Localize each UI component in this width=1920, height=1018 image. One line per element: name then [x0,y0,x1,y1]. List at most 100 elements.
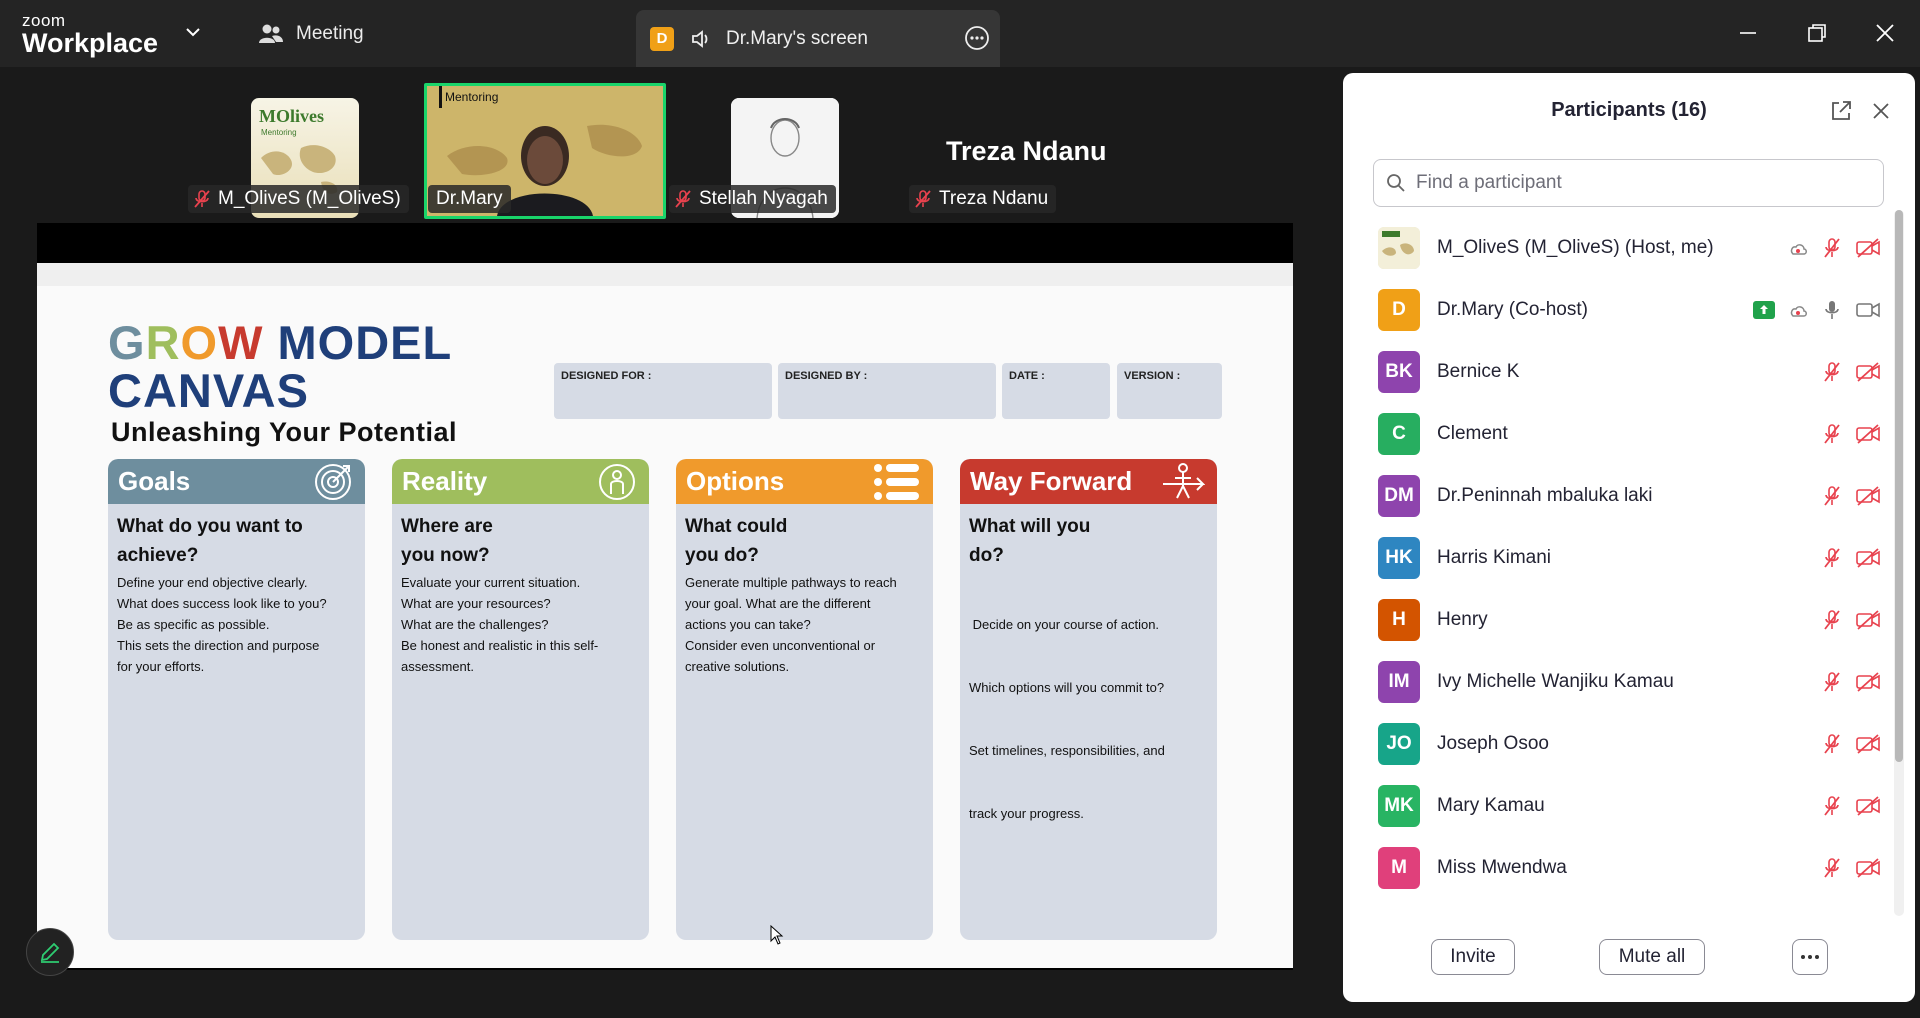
video-tile-treza-name[interactable]: Treza Ndanu [946,136,1107,167]
participant-status-icons [1821,361,1881,383]
desc-line: for your efforts. [117,659,205,674]
target-icon [315,463,351,500]
desc-line: actions you can take? [685,617,811,632]
column-way-forward: Way Forward What will you do? Decide on … [960,459,1217,940]
desc-line: Set timelines, responsibilities, and [969,743,1165,758]
mute-all-button[interactable]: Mute all [1599,939,1705,975]
mic-muted-icon[interactable] [1821,237,1843,259]
video-off-icon[interactable] [1855,237,1881,259]
avatar: IM [1378,661,1420,703]
slide-top-strip [37,263,1293,286]
mic-muted-icon[interactable] [1821,671,1843,693]
mic-muted-icon[interactable] [1821,547,1843,569]
participant-row[interactable]: D Dr.Mary (Co-host) [1343,279,1895,341]
popout-icon[interactable] [1829,99,1853,123]
top-bar: zoom Workplace Meeting D Dr.Mary's scree… [0,0,1920,67]
participant-status-icons [1821,547,1881,569]
participant-row[interactable]: BK Bernice K [1343,341,1895,403]
close-icon[interactable] [1872,20,1898,46]
participant-search[interactable] [1373,159,1884,207]
participant-row[interactable]: H Henry [1343,589,1895,651]
invite-button[interactable]: Invite [1431,939,1515,975]
shared-screen-label: Dr.Mary's screen [726,27,868,49]
video-off-icon[interactable] [1855,609,1881,631]
participant-name: Dr.Peninnah mbaluka laki [1437,485,1653,506]
name-tag-treza: Treza Ndanu [909,185,1057,213]
title-letter-o: O [180,316,219,369]
participant-name: Dr.Mary (Co-host) [1437,299,1588,320]
column-question: What do you want to achieve? [117,516,303,566]
desc-line: your goal. What are the different [685,596,871,611]
video-off-icon[interactable] [1855,485,1881,507]
avatar: D [1378,289,1420,331]
participant-row[interactable]: MK Mary Kamau [1343,775,1895,837]
avatar-image [1378,227,1420,269]
mic-muted-icon[interactable] [1821,423,1843,445]
participant-row[interactable]: C Clement [1343,403,1895,465]
participant-name: Miss Mwendwa [1437,857,1567,878]
column-header-label: Goals [118,466,191,496]
chevron-down-icon[interactable] [183,22,203,42]
video-off-icon[interactable] [1855,547,1881,569]
column-description: Define your end objective clearly. What … [108,570,365,677]
speaker-icon[interactable] [690,28,712,50]
molives-logo-sub: Mentoring [261,128,297,137]
desc-line: Be honest and realistic in this self- [401,638,599,653]
mic-muted-icon[interactable] [1821,795,1843,817]
shared-screen[interactable]: GROW MODEL CANVAS Unleashing Your Potent… [37,223,1293,970]
participant-row[interactable]: HK Harris Kimani [1343,527,1895,589]
video-off-icon[interactable] [1855,361,1881,383]
meta-version: VERSION : [1117,363,1222,419]
mic-muted-icon[interactable] [1821,361,1843,383]
desc-line: Evaluate your current situation. [401,575,581,590]
shared-screen-tab[interactable]: D Dr.Mary's screen [636,10,1000,67]
video-icon[interactable] [1855,299,1881,321]
restore-icon[interactable] [1804,20,1830,46]
avatar: BK [1378,351,1420,393]
participants-panel: Participants (16) M_OliveS (M_OliveS) (H… [1343,73,1915,1002]
mic-muted-icon[interactable] [1821,857,1843,879]
more-options-icon[interactable] [964,25,990,51]
video-off-icon[interactable] [1855,671,1881,693]
video-off-icon[interactable] [1855,795,1881,817]
mic-muted-icon[interactable] [1821,733,1843,755]
meeting-label: Meeting [296,23,364,44]
search-input[interactable] [1416,172,1856,194]
video-off-icon[interactable] [1855,733,1881,755]
desc-line: assessment. [401,659,474,674]
name-tag-label: Dr.Mary [436,188,503,209]
zoom-workplace-logo: zoom Workplace [22,12,158,57]
close-panel-icon[interactable] [1869,99,1893,123]
video-off-icon[interactable] [1855,423,1881,445]
mic-muted-icon[interactable] [1821,485,1843,507]
participant-row[interactable]: M_OliveS (M_OliveS) (Host, me) [1343,217,1895,279]
video-off-icon[interactable] [1855,857,1881,879]
slide-title-line2: CANVAS [108,364,309,417]
pen-icon [40,942,60,963]
participant-name: Joseph Osoo [1437,733,1549,754]
participant-row[interactable]: M Miss Mwendwa [1343,837,1895,899]
participant-status-icons [1753,299,1881,321]
mic-icon[interactable] [1821,299,1843,321]
meeting-tab[interactable]: Meeting [258,23,364,45]
participant-status-icons [1821,485,1881,507]
column-reality-header: Reality [392,459,649,504]
logo-zoom-text: zoom [22,11,66,30]
annotate-pen-button[interactable] [26,928,74,976]
people-icon [259,24,283,43]
more-actions-button[interactable] [1792,939,1828,975]
participants-scrollbar-thumb[interactable] [1895,210,1903,762]
mic-muted-icon [194,190,210,208]
minimize-icon[interactable] [1735,20,1761,46]
participant-row[interactable]: DM Dr.Peninnah mbaluka laki [1343,465,1895,527]
participant-row[interactable]: JO Joseph Osoo [1343,713,1895,775]
cloud-record-icon [1790,244,1807,255]
participant-row[interactable] [1343,899,1895,909]
mentoring-caption: Mentoring [445,90,499,104]
mic-muted-icon [915,190,931,208]
name-tag-drmary: Dr.Mary [428,185,511,213]
mic-muted-icon[interactable] [1821,609,1843,631]
desc-line: What are your resources? [401,596,551,611]
avatar: HK [1378,537,1420,579]
participant-row[interactable]: IM Ivy Michelle Wanjiku Kamau [1343,651,1895,713]
